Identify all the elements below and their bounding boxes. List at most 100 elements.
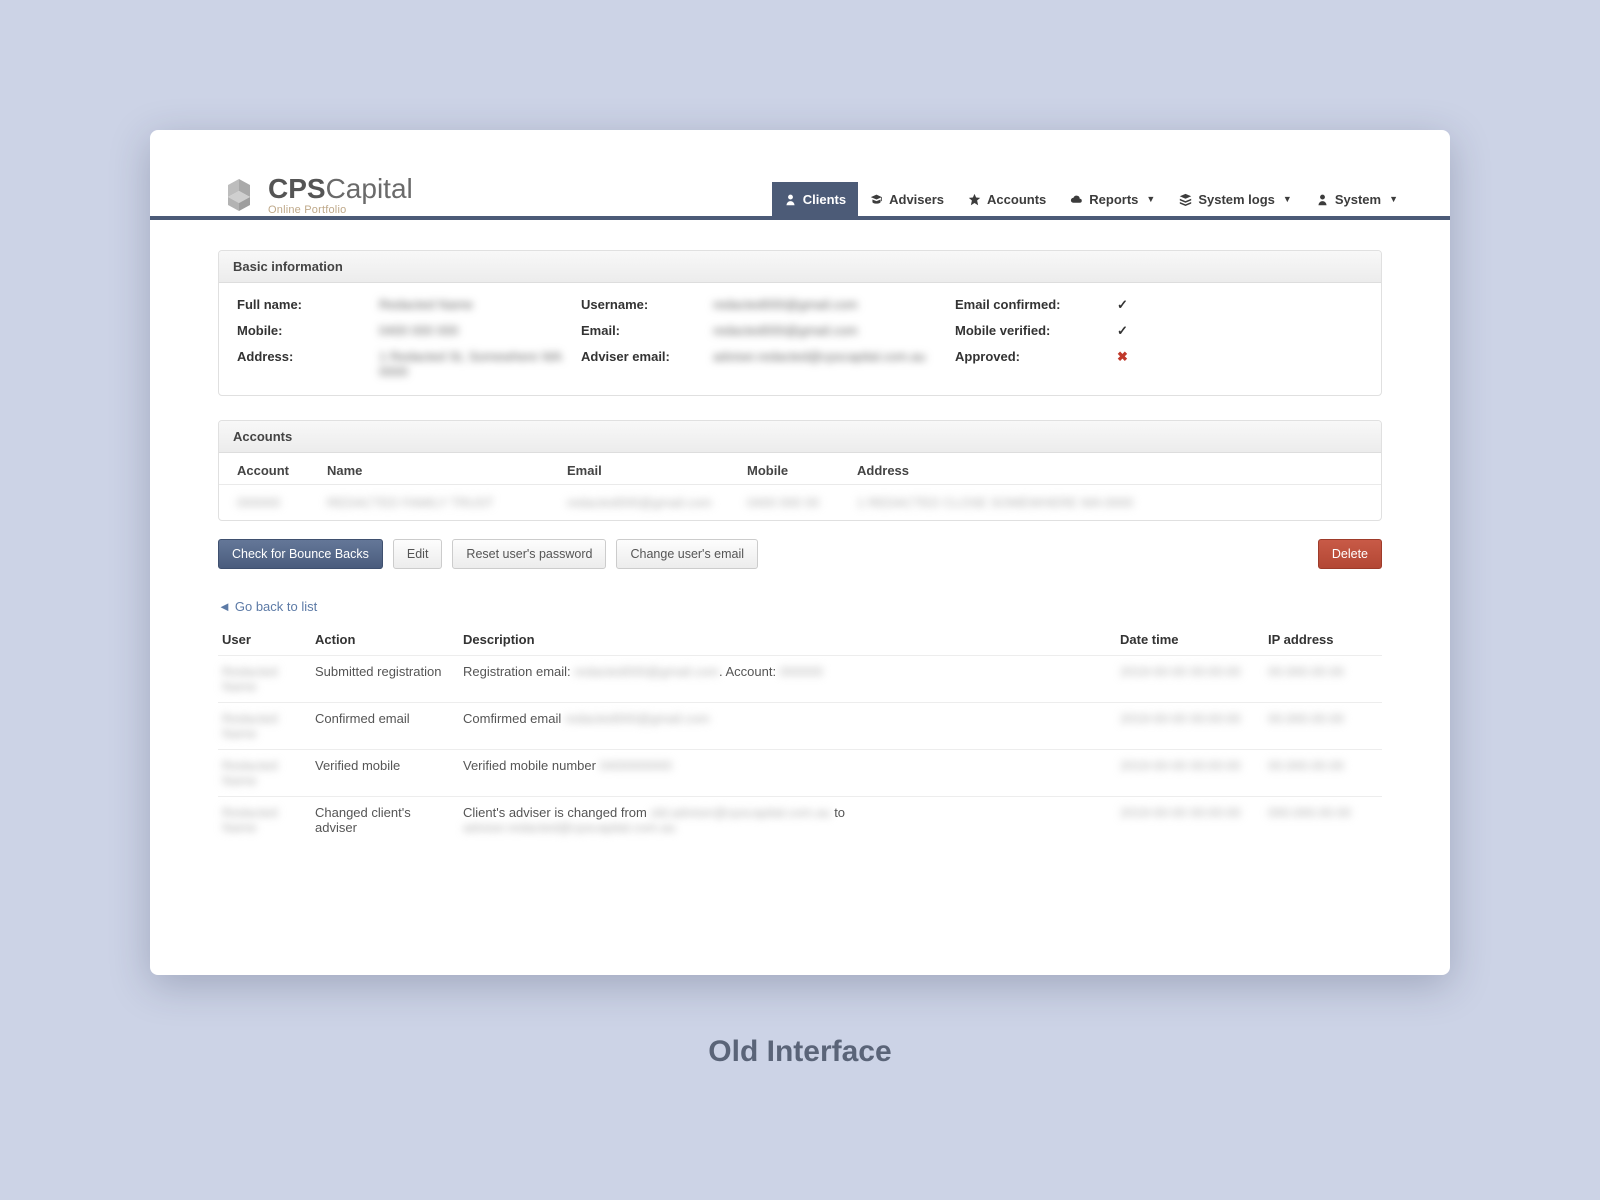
go-back-link[interactable]: ◄ Go back to list (218, 599, 317, 614)
basic-info-heading: Basic information (219, 251, 1381, 283)
check-bounce-button[interactable]: Check for Bounce Backs (218, 539, 383, 569)
table-row: Redacted Name Confirmed email Comfirmed … (218, 703, 1382, 750)
label-full-name: Full name: (237, 297, 367, 312)
arrow-left-icon: ◄ (218, 599, 231, 614)
table-row: Redacted Name Changed client's adviser C… (218, 797, 1382, 843)
star-icon (968, 193, 981, 206)
log-user: Redacted Name (222, 664, 307, 694)
header: CPSCapital Online Portfolio Clients Advi… (150, 130, 1450, 216)
log-ip: 000.000.00.00 (1268, 805, 1378, 820)
caret-down-icon: ▼ (1146, 194, 1155, 204)
cell-address: 1 REDACTED CLOSE SOMEWHERE WA 0000 (857, 495, 1363, 510)
col-address: Address (857, 463, 1363, 478)
log-table: User Action Description Date time IP add… (218, 624, 1382, 843)
cloud-icon (1070, 193, 1083, 206)
log-description: Registration email: redacted000@gmail.co… (463, 664, 1112, 679)
cell-email: redacted000@gmail.com (567, 495, 747, 510)
col-name: Name (327, 463, 567, 478)
log-datetime: 2019-00-00 00:00:00 (1120, 664, 1260, 679)
layers-icon (1179, 193, 1192, 206)
log-user: Redacted Name (222, 758, 307, 788)
nav-system[interactable]: System ▼ (1304, 182, 1410, 216)
accounts-table-header: Account Name Email Mobile Address (219, 453, 1381, 485)
nav-reports[interactable]: Reports ▼ (1058, 182, 1167, 216)
value-mobile: 0400 000 000 (379, 323, 569, 338)
value-username: redacted000@gmail.com (713, 297, 943, 312)
log-ip: 00.000.00.00 (1268, 711, 1378, 726)
nav-reports-label: Reports (1089, 192, 1138, 207)
log-datetime: 2019-00-00 00:00:00 (1120, 758, 1260, 773)
accounts-panel: Accounts Account Name Email Mobile Addre… (218, 420, 1382, 521)
log-description: Comfirmed email redacted000@gmail.com (463, 711, 1112, 726)
label-email-confirmed: Email confirmed: (955, 297, 1105, 312)
log-action: Confirmed email (315, 711, 455, 726)
nav-advisers[interactable]: Advisers (858, 182, 956, 216)
table-row: Redacted Name Submitted registration Reg… (218, 656, 1382, 703)
log-ip: 00.000.00.00 (1268, 758, 1378, 773)
log-datetime: 2019-00-00 00:00:00 (1120, 805, 1260, 820)
nav-accounts-label: Accounts (987, 192, 1046, 207)
table-row: Redacted Name Verified mobile Verified m… (218, 750, 1382, 797)
nav-system-logs-label: System logs (1198, 192, 1275, 207)
value-email: redacted000@gmail.com (713, 323, 943, 338)
graduation-icon (870, 193, 883, 206)
cell-account: 000000 (237, 495, 327, 510)
nav-advisers-label: Advisers (889, 192, 944, 207)
label-username: Username: (581, 297, 701, 312)
basic-info-grid: Full name: Redacted Name Username: redac… (237, 297, 1363, 379)
log-action: Verified mobile (315, 758, 455, 773)
log-col-action: Action (315, 632, 455, 647)
col-mobile: Mobile (747, 463, 857, 478)
approved-cross-icon: ✖ (1117, 349, 1157, 365)
col-account: Account (237, 463, 327, 478)
user-icon (784, 193, 797, 206)
label-adviser-email: Adviser email: (581, 349, 701, 364)
log-table-header: User Action Description Date time IP add… (218, 624, 1382, 656)
main-nav: Clients Advisers Accounts Reports ▼ (772, 182, 1410, 216)
basic-info-panel: Basic information Full name: Redacted Na… (218, 250, 1382, 396)
log-col-datetime: Date time (1120, 632, 1260, 647)
action-row: Check for Bounce Backs Edit Reset user's… (218, 539, 1382, 569)
change-email-button[interactable]: Change user's email (616, 539, 758, 569)
log-user: Redacted Name (222, 805, 307, 835)
value-full-name: Redacted Name (379, 297, 569, 312)
log-user: Redacted Name (222, 711, 307, 741)
figure-caption: Old Interface (708, 1035, 891, 1069)
brand-name: CPSCapital (268, 175, 413, 203)
log-action: Changed client's adviser (315, 805, 455, 835)
caret-down-icon: ▼ (1389, 194, 1398, 204)
app-window: CPSCapital Online Portfolio Clients Advi… (150, 130, 1450, 975)
email-confirmed-check-icon: ✓ (1117, 297, 1157, 313)
value-adviser-email: adviser.redacted@cpscapital.com.au (713, 349, 943, 364)
log-ip: 00.000.00.00 (1268, 664, 1378, 679)
brand-subtitle: Online Portfolio (268, 205, 413, 216)
delete-button[interactable]: Delete (1318, 539, 1382, 569)
label-approved: Approved: (955, 349, 1105, 364)
nav-clients-label: Clients (803, 192, 846, 207)
content: Basic information Full name: Redacted Na… (150, 220, 1450, 843)
log-description: Client's adviser is changed from old.adv… (463, 805, 1112, 835)
brand-logo: CPSCapital Online Portfolio (220, 175, 413, 216)
cell-name: REDACTED FAMILY TRUST (327, 495, 567, 510)
nav-system-logs[interactable]: System logs ▼ (1167, 182, 1304, 216)
log-action: Submitted registration (315, 664, 455, 679)
nav-clients[interactable]: Clients (772, 182, 858, 216)
edit-button[interactable]: Edit (393, 539, 443, 569)
accounts-heading: Accounts (219, 421, 1381, 453)
label-mobile-verified: Mobile verified: (955, 323, 1105, 338)
label-mobile: Mobile: (237, 323, 367, 338)
caret-down-icon: ▼ (1283, 194, 1292, 204)
nav-accounts[interactable]: Accounts (956, 182, 1058, 216)
nav-system-label: System (1335, 192, 1381, 207)
reset-password-button[interactable]: Reset user's password (452, 539, 606, 569)
user-settings-icon (1316, 193, 1329, 206)
log-col-ip: IP address (1268, 632, 1378, 647)
label-address: Address: (237, 349, 367, 364)
value-address: 1 Redacted St, Somewhere WA 0000 (379, 349, 569, 379)
table-row: 000000 REDACTED FAMILY TRUST redacted000… (219, 485, 1381, 520)
cell-mobile: 0400 000 00 (747, 495, 857, 510)
log-col-user: User (222, 632, 307, 647)
log-col-description: Description (463, 632, 1112, 647)
mobile-verified-check-icon: ✓ (1117, 323, 1157, 339)
log-datetime: 2019-00-00 00:00:00 (1120, 711, 1260, 726)
